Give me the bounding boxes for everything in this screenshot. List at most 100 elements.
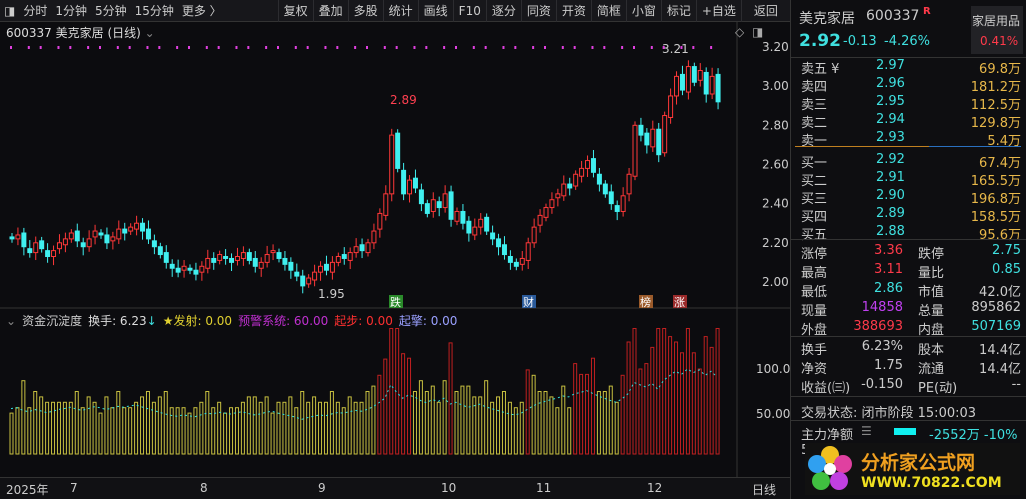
- diamond-icon[interactable]: ◇: [735, 25, 744, 39]
- window-icon[interactable]: ◨: [752, 25, 763, 39]
- order-book-row[interactable]: 买三 2.90 196.8万: [791, 188, 1021, 207]
- candle-body: [579, 167, 585, 177]
- toolbar-button[interactable]: 逐分: [485, 0, 521, 22]
- level-volume: 181.2万: [970, 80, 1021, 95]
- volume-bar: [341, 407, 346, 455]
- candle-body: [549, 199, 555, 209]
- toolbar-button[interactable]: 叠加: [312, 0, 348, 22]
- toolbar-button[interactable]: 开资: [555, 0, 591, 22]
- time-axis: 2025年 7 8 9 10 11 12 日线: [0, 477, 790, 499]
- order-book-row[interactable]: 卖五 ¥ 2.97 69.8万: [791, 58, 1021, 77]
- toolbar-button[interactable]: 小窗: [625, 0, 661, 22]
- time-label: 12: [647, 481, 663, 495]
- volume-bar: [401, 353, 406, 455]
- toolbar-button[interactable]: 画线: [417, 0, 453, 22]
- candle-body: [383, 193, 389, 216]
- candle-body: [590, 158, 596, 173]
- back-button[interactable]: 返回: [740, 0, 790, 22]
- candle-body: [56, 242, 62, 250]
- volume-bar: [531, 374, 536, 455]
- volume-bar: [122, 407, 127, 455]
- volume-bar: [205, 391, 210, 455]
- signal-dot: [10, 46, 12, 49]
- quote-panel: 美克家居 600337 R 2.92 -0.13 -4.26% 家居用品 0.4…: [790, 0, 1026, 499]
- volume-bar: [496, 396, 501, 455]
- event-marker-text: 跌: [390, 295, 401, 309]
- toolbar-button[interactable]: F10: [452, 0, 486, 22]
- toolbar-button[interactable]: +自选: [695, 0, 741, 22]
- candle-body: [240, 252, 246, 259]
- badge-r: R: [923, 6, 931, 17]
- signal-dot: [128, 46, 131, 49]
- candle-body: [585, 160, 591, 169]
- order-book-row[interactable]: 买一 2.92 67.4万: [791, 152, 1021, 171]
- signal-dot: [57, 46, 60, 49]
- list-icon[interactable]: ☰: [861, 424, 872, 438]
- toolbar: ◨ 分时 1分钟 5分钟 15分钟 更多 〉 复权 叠加 多股 统计 画线 F1…: [0, 0, 790, 22]
- level-label: 卖四: [801, 80, 828, 95]
- level-price: 2.93: [876, 130, 905, 145]
- volume-bar: [335, 401, 340, 455]
- indicator-name[interactable]: 资金沉淀度: [22, 312, 82, 329]
- period-tab[interactable]: 5分钟: [91, 0, 131, 22]
- period-label[interactable]: 日线: [752, 481, 776, 498]
- volume-bar: [169, 407, 174, 455]
- volume-bar: [507, 401, 512, 455]
- price-change: -0.13: [843, 34, 877, 49]
- indicator-rise: 起擎: 0.00: [398, 314, 458, 328]
- volume-bar: [246, 396, 251, 455]
- stat-label: 收益(㈢): [801, 381, 851, 396]
- order-book-row[interactable]: 卖二 2.94 129.8万: [791, 112, 1021, 131]
- candle-body: [377, 212, 383, 230]
- candle-body: [389, 134, 395, 195]
- candle-body: [329, 261, 335, 273]
- order-book-row[interactable]: 卖三 2.95 112.5万: [791, 94, 1021, 113]
- layout-toggle-icon[interactable]: ◨: [0, 0, 19, 22]
- flower-logo-icon: [808, 446, 852, 490]
- signal-dot: [395, 46, 398, 49]
- toolbar-button[interactable]: 标记: [660, 0, 696, 22]
- time-label: 2025年: [6, 483, 49, 497]
- period-more[interactable]: 更多 〉: [178, 0, 226, 22]
- candle-body: [674, 75, 680, 97]
- volume-bar: [679, 352, 684, 455]
- price-tick: 2.20: [762, 236, 789, 250]
- level-label: 买二: [801, 174, 828, 189]
- chart-title-text: 600337 美克家居 (日线): [6, 26, 141, 40]
- signal-dot: [158, 46, 161, 49]
- period-tab[interactable]: 分时: [19, 0, 51, 22]
- order-book-row[interactable]: 买二 2.91 165.5万: [791, 170, 1021, 189]
- volume-bar: [585, 373, 590, 455]
- candle-body: [703, 71, 709, 95]
- order-book-row[interactable]: 买四 2.89 158.5万: [791, 206, 1021, 225]
- stat-value: 14858: [861, 300, 903, 315]
- candle-body: [318, 265, 324, 273]
- stat-label: 股本: [918, 343, 945, 358]
- volume-bar: [234, 407, 239, 455]
- volume-bar: [252, 396, 257, 455]
- order-book-row[interactable]: 卖四 2.96 181.2万: [791, 76, 1021, 95]
- volume-bar: [490, 401, 495, 455]
- toolbar-button[interactable]: 同资: [520, 0, 556, 22]
- volume-bar: [229, 407, 234, 455]
- toolbar-button[interactable]: 多股: [347, 0, 383, 22]
- toolbar-button[interactable]: 简框: [590, 0, 626, 22]
- kline-chart[interactable]: 3.20 3.00 2.80 2.60 2.40 2.20 2.00 100.0 50.00 2.…: [0, 22, 790, 477]
- level-volume: 95.6万: [979, 228, 1021, 243]
- volume-bar: [74, 391, 79, 455]
- sector-box[interactable]: 家居用品 0.41%: [971, 6, 1023, 54]
- candle-body: [122, 228, 128, 234]
- candle-body: [442, 193, 448, 209]
- toolbar-button[interactable]: 统计: [382, 0, 418, 22]
- volume-bar: [306, 401, 311, 455]
- volume-bar: [258, 401, 263, 455]
- period-tab[interactable]: 1分钟: [51, 0, 91, 22]
- dropdown-icon[interactable]: ⌄: [145, 26, 155, 40]
- volume-bar: [501, 391, 506, 455]
- period-tab[interactable]: 15分钟: [131, 0, 178, 22]
- signal-dot: [573, 46, 576, 49]
- collapse-icon[interactable]: ⌄: [6, 314, 16, 328]
- stat-value: 0.85: [992, 262, 1021, 277]
- signal-dot: [621, 46, 624, 49]
- toolbar-button[interactable]: 复权: [277, 0, 313, 22]
